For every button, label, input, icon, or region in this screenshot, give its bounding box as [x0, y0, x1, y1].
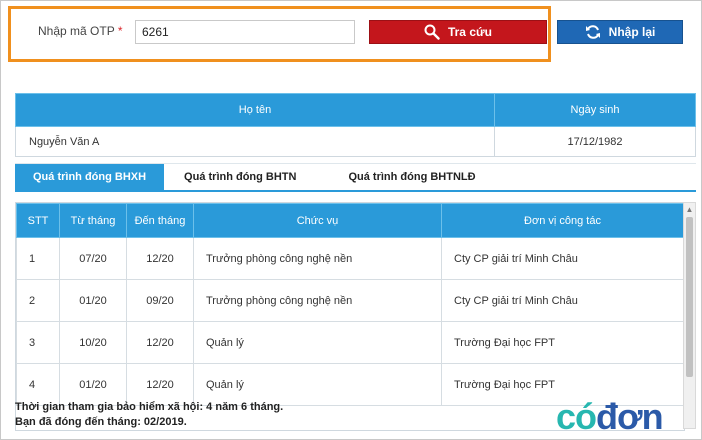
search-button-label: Tra cứu: [447, 25, 493, 39]
person-table: Họ tên Ngày sinh Nguyễn Văn A 17/12/1982: [15, 93, 696, 157]
cell-from: 07/20: [59, 237, 127, 280]
tab-bhxh[interactable]: Quá trình đóng BHXH: [15, 164, 165, 190]
summary-text: Thời gian tham gia bảo hiểm xã hội: 4 nă…: [15, 400, 283, 430]
otp-input[interactable]: [135, 20, 355, 44]
summary-duration: Thời gian tham gia bảo hiểm xã hội: 4 nă…: [15, 401, 284, 413]
cell-to: 12/20: [126, 321, 194, 364]
search-icon: [424, 24, 440, 40]
table-row: 3 10/20 12/20 Quản lý Trường Đại học FPT: [16, 321, 684, 364]
cell-position: Trưởng phòng công nghệ nền: [193, 237, 442, 280]
reset-button-label: Nhập lại: [608, 25, 656, 39]
cell-to: 09/20: [126, 279, 194, 322]
person-name: Nguyễn Văn A: [15, 126, 495, 157]
cell-stt: 2: [16, 279, 60, 322]
col-stt: STT: [16, 203, 60, 238]
refresh-icon: [585, 25, 600, 39]
table-scrollbar[interactable]: ▲: [683, 202, 696, 429]
cell-to: 12/20: [126, 237, 194, 280]
person-dob: 17/12/1982: [494, 126, 696, 157]
tab-bhtnld[interactable]: Quá trình đóng BHTNLĐ: [330, 164, 493, 190]
col-to: Đến tháng: [126, 203, 194, 238]
header-name: Họ tên: [15, 93, 495, 127]
tab-bhtn[interactable]: Quá trình đóng BHTN: [166, 164, 314, 190]
col-workplace: Đơn vị công tác: [441, 203, 684, 238]
cell-position: Quản lý: [193, 321, 442, 364]
tab-bar: Quá trình đóng BHXH Quá trình đóng BHTN …: [15, 163, 696, 192]
col-from: Từ tháng: [59, 203, 127, 238]
summary-paid-until: Bạn đã đóng đến tháng: 02/2019.: [15, 416, 187, 428]
required-mark: *: [117, 24, 123, 38]
scroll-up-icon[interactable]: ▲: [684, 205, 695, 214]
cell-from: 01/20: [59, 279, 127, 322]
header-dob: Ngày sinh: [494, 93, 696, 127]
otp-label: Nhập mã OTP *: [38, 24, 123, 38]
col-position: Chức vụ: [193, 203, 442, 238]
cell-workplace: Trường Đại học FPT: [441, 321, 684, 364]
reset-button[interactable]: Nhập lại: [557, 20, 683, 44]
cell-workplace: Cty CP giải trí Minh Châu: [441, 279, 684, 322]
cell-from: 10/20: [59, 321, 127, 364]
cell-workplace: Cty CP giải trí Minh Châu: [441, 237, 684, 280]
history-table: STT Từ tháng Đến tháng Chức vụ Đơn vị cô…: [16, 203, 684, 406]
table-row: 2 01/20 09/20 Trưởng phòng công nghệ nền…: [16, 279, 684, 322]
cell-position: Trưởng phòng công nghệ nền: [193, 279, 442, 322]
cell-stt: 3: [16, 321, 60, 364]
search-button[interactable]: Tra cứu: [369, 20, 547, 44]
codon-logo: cóđơn: [556, 396, 664, 437]
scroll-thumb[interactable]: [686, 217, 693, 377]
cell-stt: 1: [16, 237, 60, 280]
table-row: 1 07/20 12/20 Trưởng phòng công nghệ nền…: [16, 237, 684, 280]
